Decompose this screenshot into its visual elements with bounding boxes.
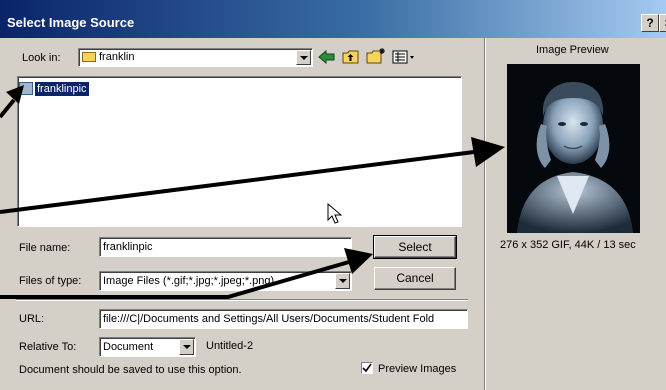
look-in-combo[interactable]: franklin [78,48,313,67]
chevron-down-icon[interactable] [296,50,311,65]
url-value: file:///C|/Documents and Settings/All Us… [103,313,435,325]
save-note: Document should be saved to use this opt… [19,364,242,376]
image-preview-title: Image Preview [536,44,609,56]
new-folder-icon[interactable] [366,47,386,64]
portrait-image [507,64,640,233]
preview-separator [484,38,486,390]
file-name-value: franklinpic [103,241,153,253]
file-name-input[interactable]: franklinpic [99,237,352,257]
help-button[interactable]: ? [641,14,659,32]
chevron-down-icon[interactable] [179,339,194,355]
window-title: Select Image Source [7,15,135,30]
title-bar: Select Image Source ? × [0,0,666,38]
url-label: URL: [19,313,45,325]
document-name: Untitled-2 [206,340,254,352]
up-folder-icon[interactable] [342,49,360,64]
look-in-label: Look in: [22,52,61,64]
files-of-type-select[interactable]: Image Files (*.gif;*.jpg;*.jpeg;*.png) [99,271,352,291]
files-of-type-label: Files of type: [19,275,82,287]
files-of-type-value: Image Files (*.gif;*.jpg;*.jpeg;*.png) [103,275,275,287]
folder-icon [82,52,96,62]
back-arrow-icon[interactable] [318,50,336,64]
select-button[interactable]: Select [373,235,457,259]
relative-to-value: Document [103,341,154,353]
file-list[interactable] [17,76,462,227]
preview-image [507,64,640,233]
url-input[interactable]: file:///C|/Documents and Settings/All Us… [99,309,468,329]
mouse-cursor-icon [327,203,343,224]
close-button[interactable]: × [659,14,666,32]
divider [16,299,468,301]
look-in-value: franklin [99,51,135,63]
image-info: 276 x 352 GIF, 44K / 13 sec [500,239,636,251]
preview-images-checkbox[interactable] [361,362,373,374]
file-item-label: franklinpic [35,82,89,96]
view-menu-icon[interactable] [392,50,416,64]
cancel-button[interactable]: Cancel [374,267,456,290]
check-icon [362,363,372,373]
preview-images-label: Preview Images [378,363,457,375]
image-file-icon [19,82,33,95]
relative-to-select[interactable]: Document [99,337,196,357]
relative-to-label: Relative To: [19,341,77,353]
chevron-down-icon[interactable] [335,273,350,289]
file-name-label: File name: [19,242,71,254]
